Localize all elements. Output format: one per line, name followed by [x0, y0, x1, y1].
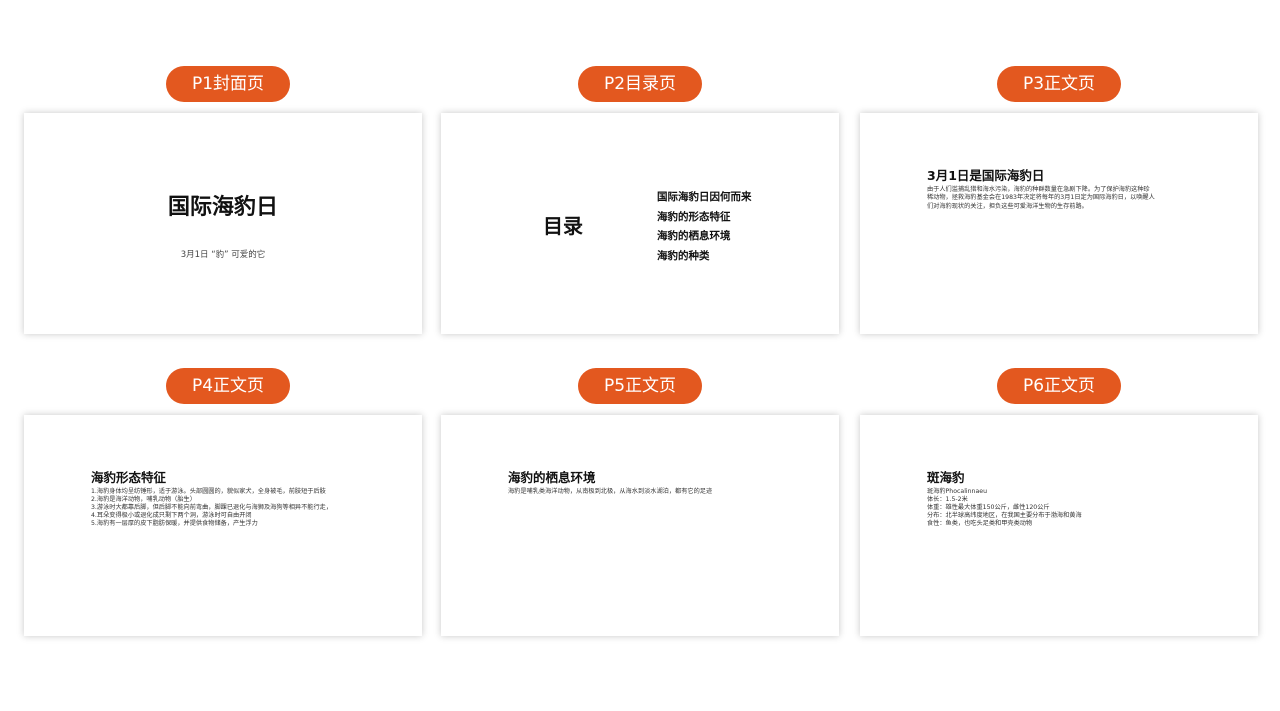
slide-heading: 海豹形态特征: [91, 470, 167, 485]
slide-label-badge: P2目录页: [578, 66, 702, 102]
toc-item-3: 海豹的栖息环境: [657, 230, 731, 242]
slide-heading: 斑海豹: [927, 470, 965, 485]
slide-card-body-4[interactable]: 斑海豹 斑海豹Phocalinnaeu 体长：1.5-2米 体重：雄性最大体重1…: [860, 415, 1258, 636]
cover-subtitle: 3月1日 “豹” 可爱的它: [180, 250, 266, 260]
slide-line-5: 食性：鱼类，也吃头足类和甲壳类动物: [927, 520, 1033, 527]
slide-label-badge: P3正文页: [997, 66, 1121, 102]
slide-card-body-2[interactable]: 海豹形态特征 1.海豹身体均呈纺锤形，适于游泳。头部圆圆的，貌似家犬，全身被毛，…: [24, 415, 422, 636]
slide-paragraph: 海豹是哺乳类海洋动物，从南极到北极，从海水到淡水湖泊，都有它的足迹: [508, 488, 713, 495]
slide-line-5: 5.海豹有一层厚的皮下脂肪保暖，并提供食物储备，产生浮力: [91, 520, 258, 527]
slide-label-badge: P1封面页: [166, 66, 290, 102]
slide-card-cover[interactable]: 国际海豹日 3月1日 “豹” 可爱的它: [24, 113, 422, 334]
slide-heading: 海豹的栖息环境: [508, 470, 596, 485]
slide-card-body-3[interactable]: 海豹的栖息环境 海豹是哺乳类海洋动物，从南极到北极，从海水到淡水湖泊，都有它的足…: [441, 415, 839, 636]
toc-title: 目录: [543, 214, 583, 238]
slide-card-body-1[interactable]: 3月1日是国际海豹日 由于人们滥捕乱猎和海水污染，海豹的种群数量在急剧下降。为了…: [860, 113, 1258, 334]
toc-item-2: 海豹的形态特征: [657, 211, 731, 223]
slide-label-badge: P6正文页: [997, 368, 1121, 404]
toc-item-1: 国际海豹日因何而来: [657, 191, 752, 203]
toc-item-4: 海豹的种类: [657, 250, 710, 262]
slide-paragraph: 由于人们滥捕乱猎和海水污染，海豹的种群数量在急剧下降。为了保护海豹这种珍稀动物，…: [927, 186, 1155, 210]
cover-title: 国际海豹日: [167, 195, 278, 220]
slide-heading: 3月1日是国际海豹日: [927, 168, 1045, 183]
slide-card-toc[interactable]: 目录 国际海豹日因何而来 海豹的形态特征 海豹的栖息环境 海豹的种类: [441, 113, 839, 334]
slide-label-badge: P4正文页: [166, 368, 290, 404]
slide-label-badge: P5正文页: [578, 368, 702, 404]
